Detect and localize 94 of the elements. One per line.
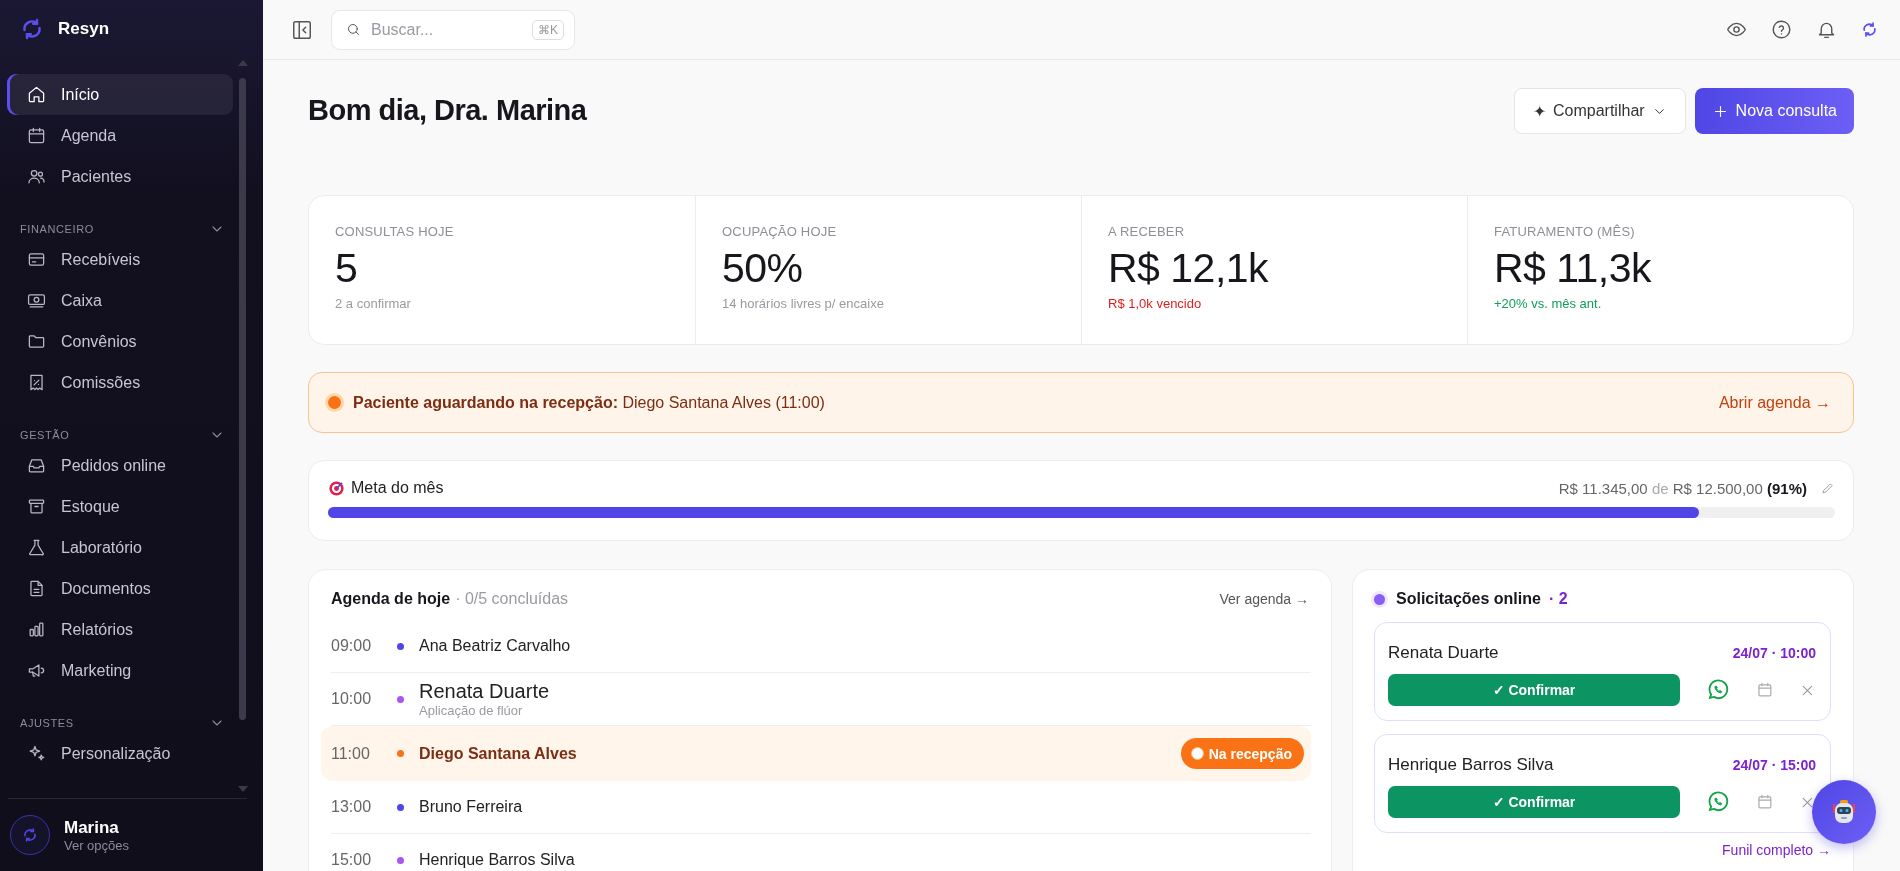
confirm-button[interactable]: ✓ Confirmar bbox=[1388, 674, 1680, 706]
full-funnel-link[interactable]: Funil completo → bbox=[1722, 842, 1831, 858]
stat-note: R$ 1,0k vencido bbox=[1108, 296, 1203, 311]
calendar-icon bbox=[27, 126, 46, 145]
calendar-icon[interactable] bbox=[1755, 681, 1774, 699]
nav-item[interactable]: Convênios bbox=[7, 321, 233, 362]
sidebar-toggle-icon[interactable] bbox=[291, 18, 313, 41]
confirm-button[interactable]: ✓ Confirmar bbox=[1388, 786, 1680, 818]
nav-item[interactable]: Pedidos online bbox=[7, 445, 233, 486]
search-icon bbox=[346, 22, 361, 37]
folder-icon bbox=[27, 332, 46, 351]
nav-item[interactable]: Personalização bbox=[7, 733, 233, 774]
user-name: Marina bbox=[64, 817, 120, 838]
stat-note: +20% vs. mês ant. bbox=[1494, 296, 1603, 311]
open-agenda-link[interactable]: Abrir agenda → bbox=[1718, 393, 1831, 412]
document-icon bbox=[27, 579, 46, 598]
status-dot bbox=[328, 396, 341, 409]
help-icon bbox=[1771, 19, 1792, 40]
patient-name[interactable]: Henrique Barros Silva bbox=[419, 851, 1311, 869]
nav-item[interactable]: Caixa bbox=[7, 280, 233, 321]
megaphone-icon bbox=[27, 661, 46, 680]
patient-name[interactable]: Ana Beatriz Carvalho bbox=[419, 637, 1311, 655]
appointment-time: 11:00 bbox=[331, 744, 371, 763]
card-title: Agenda de hoje bbox=[331, 590, 451, 608]
section-title: AJUSTES bbox=[20, 716, 74, 729]
alert-message: Paciente aguardando na recepção: Diego Santana Alves (11:00) bbox=[353, 393, 826, 412]
new-appointment-button[interactable]: Nova consulta bbox=[1694, 88, 1854, 134]
flask-icon bbox=[27, 538, 46, 557]
stat-label: A RECEBER bbox=[1108, 224, 1186, 239]
nav-item[interactable]: Estoque bbox=[7, 486, 233, 527]
nav-item[interactable]: Laboratório bbox=[7, 527, 233, 568]
patient-name: Renata Duarte bbox=[1388, 643, 1499, 663]
stat-value: 50% bbox=[722, 245, 804, 292]
request-time: 24/07 · 15:00 bbox=[1732, 757, 1816, 773]
appointment-time: 13:00 bbox=[331, 798, 373, 816]
nav-item[interactable]: Início bbox=[7, 74, 233, 115]
request-time: 24/07 · 10:00 bbox=[1732, 645, 1816, 661]
avatar[interactable] bbox=[10, 815, 50, 855]
patient-name[interactable]: Bruno Ferreira bbox=[419, 798, 1311, 816]
patient-name: Henrique Barros Silva bbox=[1388, 755, 1554, 775]
stat-value: R$ 12,1k bbox=[1108, 245, 1270, 292]
status-dot bbox=[1374, 593, 1385, 605]
nav-item[interactable]: Documentos bbox=[7, 568, 233, 609]
greeting: Bom dia, Dra. Marina bbox=[308, 94, 587, 127]
stat-label: FATURAMENTO (MÊS) bbox=[1494, 224, 1636, 239]
stat-value: 5 bbox=[335, 245, 359, 292]
people-icon bbox=[27, 167, 46, 186]
current-appointment-row[interactable]: 11:00 Diego Santana Alves Na recepção bbox=[321, 726, 1311, 781]
inbox-icon bbox=[27, 456, 46, 475]
card-title: Solicitações online bbox=[1396, 590, 1541, 608]
scrollbar[interactable] bbox=[238, 60, 247, 792]
stat-label: OCUPAÇÃO HOJE bbox=[722, 224, 838, 239]
goal-amount: R$ 11.345,00 de R$ 12.500,00 (91%) bbox=[1558, 479, 1807, 497]
target-icon bbox=[328, 479, 345, 497]
patient-name[interactable]: Renata Duarte bbox=[419, 680, 1311, 703]
pencil-icon bbox=[1821, 481, 1835, 495]
completion-summary: · 0/5 concluídas bbox=[455, 590, 570, 608]
stat-label: CONSULTAS HOJE bbox=[335, 224, 455, 239]
goal-title: Meta do mês bbox=[351, 479, 444, 497]
nav-item[interactable]: Marketing bbox=[7, 650, 233, 691]
nav-item[interactable]: Pacientes bbox=[7, 156, 233, 197]
nav-item[interactable]: Agenda bbox=[7, 115, 233, 156]
logo-icon bbox=[20, 17, 44, 41]
logo-icon bbox=[22, 827, 38, 843]
bar-chart-icon bbox=[27, 620, 46, 639]
stat-value: R$ 11,3k bbox=[1494, 245, 1653, 292]
sparkles-icon bbox=[27, 744, 46, 763]
card-icon bbox=[27, 250, 46, 269]
banknote-icon bbox=[27, 291, 46, 310]
status-badge: Na recepção bbox=[1180, 738, 1304, 769]
procedure-name: Aplicação de flúor bbox=[419, 703, 524, 718]
section-title: FINANCEIRO bbox=[20, 222, 94, 235]
app-name: Resyn bbox=[58, 19, 110, 39]
share-button[interactable]: ✦ Compartilhar bbox=[1514, 88, 1686, 134]
logo-icon bbox=[1861, 21, 1878, 38]
appointment-time: 09:00 bbox=[331, 637, 373, 655]
request-count: · 2 bbox=[1548, 590, 1568, 608]
section-title: GESTÃO bbox=[20, 428, 70, 441]
calendar-icon[interactable] bbox=[1755, 793, 1774, 811]
appointment-time: 15:00 bbox=[331, 851, 373, 869]
user-options-link[interactable]: Ver opções bbox=[64, 837, 130, 853]
nav-item[interactable]: Recebíveis bbox=[7, 239, 233, 280]
nav-item[interactable]: Comissões bbox=[7, 362, 233, 403]
assistant-button[interactable] bbox=[1812, 780, 1876, 844]
appointment-time: 10:00 bbox=[331, 690, 373, 708]
view-agenda-link[interactable]: Ver agenda → bbox=[1219, 591, 1309, 607]
receipt-icon bbox=[27, 373, 46, 392]
nav-item[interactable]: Relatórios bbox=[7, 609, 233, 650]
patient-name[interactable]: Diego Santana Alves bbox=[419, 744, 1181, 763]
stat-note: 14 horários livres p/ encaixe bbox=[722, 296, 885, 311]
box-icon bbox=[27, 497, 46, 516]
stat-note: 2 a confirmar bbox=[335, 296, 412, 311]
shortcut-key: ⌘K bbox=[532, 19, 564, 40]
home-icon bbox=[27, 85, 46, 104]
